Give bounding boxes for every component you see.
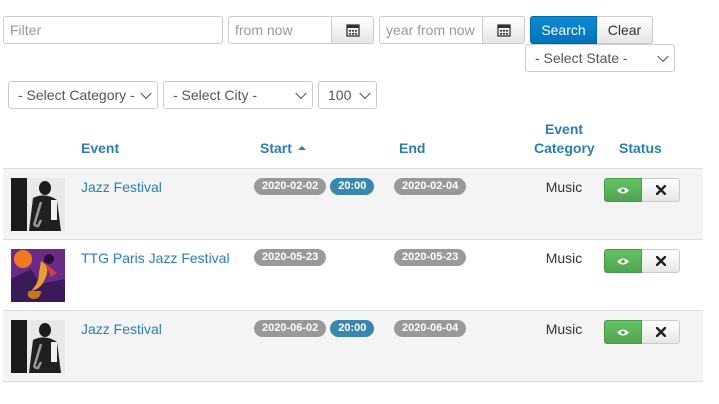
end-date-badge: 2020-06-04 xyxy=(394,320,467,337)
event-thumbnail[interactable] xyxy=(11,249,65,302)
calendar-icon xyxy=(345,24,360,37)
from-date-input[interactable] xyxy=(228,16,332,44)
event-title-link[interactable]: TTG Paris Jazz Festival xyxy=(81,250,230,266)
from-date-calendar-button[interactable] xyxy=(332,16,374,44)
state-select[interactable]: - Select State - xyxy=(525,44,675,72)
eye-icon xyxy=(617,258,629,264)
event-category: Music xyxy=(534,168,594,240)
start-time-badge: 20:00 xyxy=(330,178,375,195)
state-select-value: - Select State - xyxy=(535,50,628,66)
event-header[interactable]: Event xyxy=(69,120,254,169)
status-header: Status xyxy=(594,120,703,169)
event-category: Music xyxy=(534,239,594,311)
status-button-group xyxy=(604,320,703,344)
delete-button[interactable] xyxy=(642,178,680,202)
chevron-down-icon xyxy=(295,87,307,100)
thumbnail-header xyxy=(3,120,69,169)
close-icon xyxy=(655,256,666,266)
category-select[interactable]: - Select Category - xyxy=(8,81,158,109)
events-table: Event Start End Event Category Status Ja… xyxy=(3,120,703,382)
chevron-down-icon xyxy=(140,87,152,100)
end-date-badge: 2020-02-04 xyxy=(394,178,467,195)
sort-ascending-icon xyxy=(297,146,306,150)
limit-select-value: 100 xyxy=(328,87,352,103)
end-header[interactable]: End xyxy=(393,120,534,169)
status-button-group xyxy=(604,178,703,202)
delete-button[interactable] xyxy=(642,249,680,273)
chevron-down-icon xyxy=(657,50,669,63)
start-date-badge: 2020-06-02 xyxy=(254,320,327,337)
category-header-line1: Event xyxy=(544,121,584,137)
limit-select[interactable]: 100 xyxy=(318,81,377,109)
start-header-label: Start xyxy=(260,140,292,156)
table-row: Jazz Festival 2020-02-02 20:00 2020-02-0… xyxy=(3,168,703,240)
publish-toggle-button[interactable] xyxy=(604,178,642,202)
close-icon xyxy=(655,327,666,337)
eye-icon xyxy=(617,187,629,193)
event-header-label: Event xyxy=(81,140,120,156)
chevron-down-icon xyxy=(359,87,371,100)
search-button[interactable]: Search xyxy=(530,16,597,44)
start-header[interactable]: Start xyxy=(254,120,393,169)
start-date-badge: 2020-05-23 xyxy=(254,249,327,266)
status-button-group xyxy=(604,249,703,273)
delete-button[interactable] xyxy=(642,320,680,344)
publish-toggle-button[interactable] xyxy=(604,320,642,344)
category-header-line2: Category xyxy=(534,140,595,156)
event-thumbnail[interactable] xyxy=(11,320,65,373)
filter-input[interactable] xyxy=(3,16,223,44)
event-title-link[interactable]: Jazz Festival xyxy=(81,321,162,337)
status-header-label: Status xyxy=(619,140,662,156)
close-icon xyxy=(655,185,666,195)
eye-icon xyxy=(617,329,629,335)
start-time-badge: 20:00 xyxy=(330,320,375,337)
to-date-input[interactable] xyxy=(379,16,483,44)
event-title-link[interactable]: Jazz Festival xyxy=(81,179,162,195)
calendar-icon xyxy=(496,24,511,37)
publish-toggle-button[interactable] xyxy=(604,249,642,273)
category-header[interactable]: Event Category xyxy=(534,120,595,169)
start-date-badge: 2020-02-02 xyxy=(254,178,327,195)
end-header-label: End xyxy=(399,140,426,156)
category-select-value: - Select Category - xyxy=(18,87,135,103)
city-select-value: - Select City - xyxy=(173,87,258,103)
end-date-badge: 2020-05-23 xyxy=(394,249,467,266)
table-row: Jazz Festival 2020-06-02 20:00 2020-06-0… xyxy=(3,310,703,382)
event-thumbnail[interactable] xyxy=(11,178,65,231)
to-date-calendar-button[interactable] xyxy=(483,16,525,44)
clear-button[interactable]: Clear xyxy=(597,16,653,44)
city-select[interactable]: - Select City - xyxy=(163,81,313,109)
table-row: TTG Paris Jazz Festival 2020-05-23 2020-… xyxy=(3,239,703,311)
event-category: Music xyxy=(534,310,594,382)
